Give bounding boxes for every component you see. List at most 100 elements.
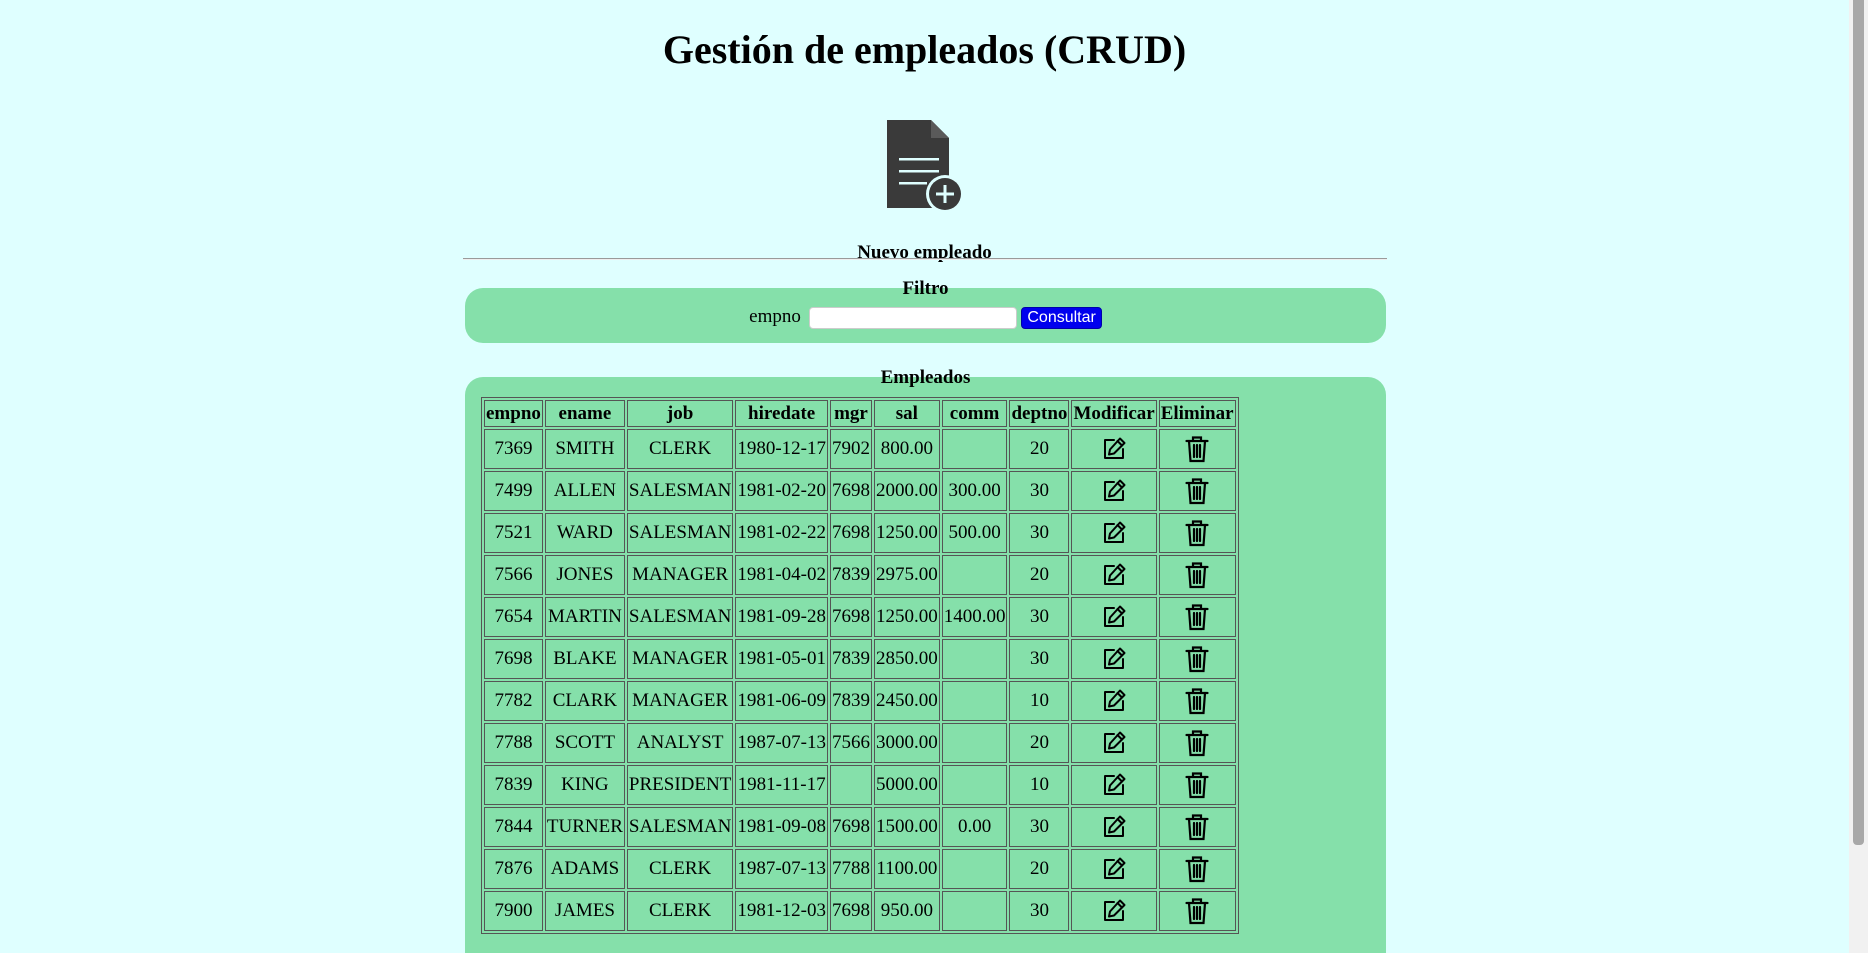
vertical-scrollbar[interactable] — [1849, 0, 1868, 953]
cell-ename: JONES — [544, 555, 625, 595]
empno-filter-input[interactable] — [808, 306, 1017, 329]
cell-comm — [941, 639, 1008, 679]
trash-icon[interactable] — [1185, 435, 1209, 463]
trash-icon[interactable] — [1185, 813, 1209, 841]
consultar-button[interactable]: Consultar — [1021, 306, 1102, 329]
cell-mgr: 7698 — [829, 891, 872, 931]
cell-hiredate: 1980-12-17 — [735, 429, 828, 469]
delete-employee-link[interactable] — [1161, 771, 1234, 799]
pencil-square-icon[interactable] — [1101, 730, 1127, 756]
cell-deptno: 30 — [1009, 471, 1070, 511]
cell-job: ANALYST — [626, 723, 734, 763]
table-row: 7369 SMITH CLERK 1980-12-17 7902 800.00 20 — [484, 429, 1236, 469]
trash-icon[interactable] — [1185, 477, 1209, 505]
cell-sal: 2850.00 — [873, 639, 940, 679]
delete-employee-link[interactable] — [1161, 855, 1234, 883]
cell-empno: 7499 — [484, 471, 543, 511]
edit-employee-link[interactable] — [1073, 898, 1154, 924]
delete-employee-link[interactable] — [1161, 519, 1234, 547]
pencil-square-icon[interactable] — [1101, 436, 1127, 462]
edit-employee-link[interactable] — [1073, 772, 1154, 798]
cell-mgr: 7788 — [829, 849, 872, 889]
delete-employee-link[interactable] — [1161, 561, 1234, 589]
cell-deptno: 30 — [1009, 597, 1070, 637]
document-add-icon[interactable] — [885, 118, 965, 214]
delete-employee-link[interactable] — [1161, 687, 1234, 715]
cell-comm: 1400.00 — [941, 597, 1008, 637]
trash-icon[interactable] — [1185, 603, 1209, 631]
trash-icon[interactable] — [1185, 855, 1209, 883]
cell-comm — [941, 891, 1008, 931]
pencil-square-icon[interactable] — [1101, 772, 1127, 798]
scrollbar-thumb[interactable] — [1853, 0, 1864, 845]
cell-comm — [941, 681, 1008, 721]
edit-employee-link[interactable] — [1073, 478, 1154, 504]
table-row: 7844 TURNER SALESMAN 1981-09-08 7698 1500.00 0… — [484, 807, 1236, 847]
pencil-square-icon[interactable] — [1101, 898, 1127, 924]
delete-employee-link[interactable] — [1161, 897, 1234, 925]
trash-icon[interactable] — [1185, 561, 1209, 589]
edit-employee-link[interactable] — [1073, 604, 1154, 630]
cell-job: PRESIDENT — [626, 765, 734, 805]
employees-table: empno ename job hiredate mgr sal comm deptno Mod… — [481, 397, 1239, 934]
new-employee-link[interactable]: Nuevo empleado — [0, 118, 1849, 264]
cell-empno: 7839 — [484, 765, 543, 805]
table-row: 7782 CLARK MANAGER 1981-06-09 7839 2450.00 10 — [484, 681, 1236, 721]
cell-empno: 7654 — [484, 597, 543, 637]
cell-ename: MARTIN — [544, 597, 625, 637]
delete-cell — [1158, 513, 1236, 553]
employees-panel: Empleados empno ename job hiredate mgr sal com… — [465, 367, 1386, 953]
pencil-square-icon[interactable] — [1101, 604, 1127, 630]
filter-form: empno Consultar — [465, 306, 1386, 329]
delete-employee-link[interactable] — [1161, 435, 1234, 463]
edit-employee-link[interactable] — [1073, 688, 1154, 714]
delete-employee-link[interactable] — [1161, 729, 1234, 757]
new-employee-label[interactable]: Nuevo empleado — [0, 242, 1849, 264]
table-row: 7900 JAMES CLERK 1981-12-03 7698 950.00 30 — [484, 891, 1236, 931]
delete-employee-link[interactable] — [1161, 603, 1234, 631]
edit-employee-link[interactable] — [1073, 814, 1154, 840]
page-title: Gestión de empleados (CRUD) — [662, 27, 1187, 72]
trash-icon[interactable] — [1185, 687, 1209, 715]
cell-ename: BLAKE — [544, 639, 625, 679]
edit-cell — [1071, 765, 1157, 805]
trash-icon[interactable] — [1185, 645, 1209, 673]
trash-icon[interactable] — [1185, 771, 1209, 799]
trash-icon[interactable] — [1185, 729, 1209, 757]
delete-employee-link[interactable] — [1161, 477, 1234, 505]
edit-employee-link[interactable] — [1073, 436, 1154, 462]
edit-employee-link[interactable] — [1073, 520, 1154, 546]
edit-employee-link[interactable] — [1073, 646, 1154, 672]
cell-sal: 3000.00 — [873, 723, 940, 763]
cell-deptno: 30 — [1009, 513, 1070, 553]
pencil-square-icon[interactable] — [1101, 478, 1127, 504]
column-header-eliminar: Eliminar — [1158, 400, 1236, 427]
cell-deptno: 20 — [1009, 723, 1070, 763]
pencil-square-icon[interactable] — [1101, 520, 1127, 546]
pencil-square-icon[interactable] — [1101, 562, 1127, 588]
edit-employee-link[interactable] — [1073, 856, 1154, 882]
edit-cell — [1071, 891, 1157, 931]
cell-job: SALESMAN — [626, 513, 734, 553]
cell-hiredate: 1987-07-13 — [735, 849, 828, 889]
page-viewport: Gestión de empleados (CRUD) Nuevo emplea… — [0, 0, 1849, 953]
cell-deptno: 10 — [1009, 765, 1070, 805]
cell-ename: TURNER — [544, 807, 625, 847]
pencil-square-icon[interactable] — [1101, 856, 1127, 882]
cell-sal: 2450.00 — [873, 681, 940, 721]
cell-hiredate: 1981-12-03 — [735, 891, 828, 931]
pencil-square-icon[interactable] — [1101, 688, 1127, 714]
pencil-square-icon[interactable] — [1101, 814, 1127, 840]
edit-employee-link[interactable] — [1073, 562, 1154, 588]
edit-cell — [1071, 555, 1157, 595]
cell-ename: ADAMS — [544, 849, 625, 889]
delete-employee-link[interactable] — [1161, 645, 1234, 673]
cell-comm — [941, 765, 1008, 805]
trash-icon[interactable] — [1185, 897, 1209, 925]
delete-employee-link[interactable] — [1161, 813, 1234, 841]
cell-mgr: 7566 — [829, 723, 872, 763]
cell-sal: 1100.00 — [873, 849, 940, 889]
pencil-square-icon[interactable] — [1101, 646, 1127, 672]
edit-employee-link[interactable] — [1073, 730, 1154, 756]
trash-icon[interactable] — [1185, 519, 1209, 547]
